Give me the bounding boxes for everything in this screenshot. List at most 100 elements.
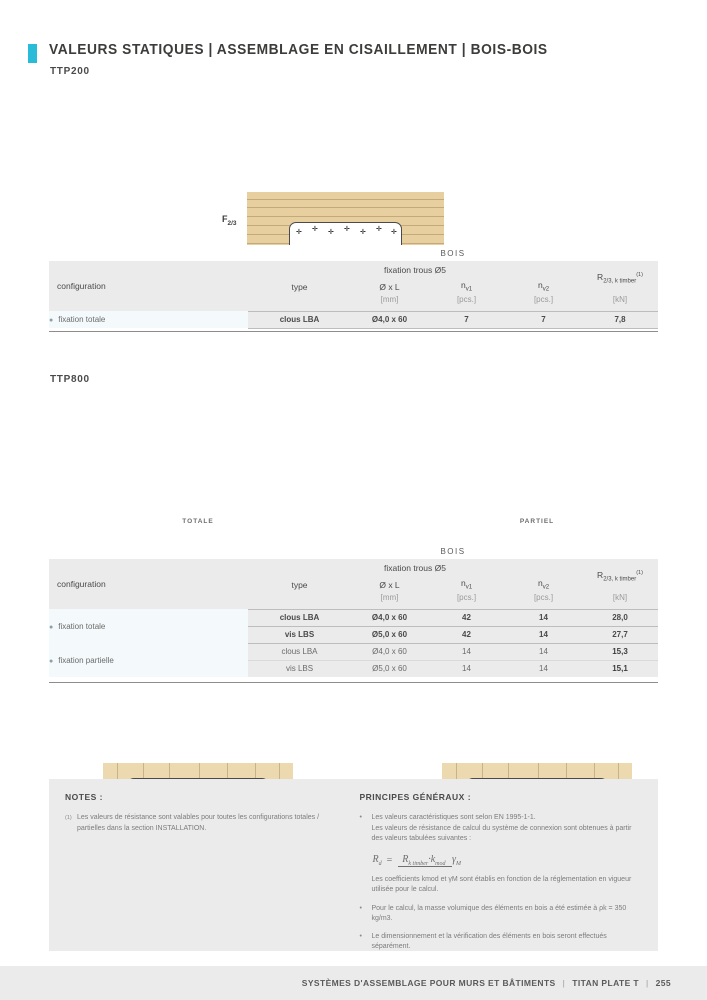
page-footer: SYSTÈMES D'ASSEMBLAGE POUR MURS ET BÂTIM… xyxy=(0,966,707,1000)
cell-resistance: 15,1 xyxy=(582,659,658,677)
table1-bottom-rule xyxy=(49,331,658,332)
header-fixation: fixation trous Ø5 xyxy=(248,559,582,576)
bullet-icon: ● xyxy=(49,623,54,631)
formula-num-a-sub: k timber xyxy=(408,860,429,867)
header-dxl: Ø x L xyxy=(351,576,428,593)
principle-line2: Les valeurs de résistance de calcul du s… xyxy=(371,824,632,843)
cell-nv1: 42 xyxy=(428,608,505,627)
principles-title: PRINCIPES GÉNÉRAUX : xyxy=(359,792,472,802)
principle-item-3-text: Le dimensionnement et la vérification de… xyxy=(371,932,607,951)
header-texts: VALEURS STATIQUES | ASSEMBLAGE EN CISAIL… xyxy=(49,42,574,77)
cell-nv2: 14 xyxy=(505,608,582,627)
unit-type xyxy=(248,295,351,311)
footer-separator-2: | xyxy=(646,978,649,988)
group-header-bois: BOIS xyxy=(248,543,658,559)
header-nv1: nv1 xyxy=(428,576,505,593)
table-row: ● fixation totale clous LBA Ø4,0 x 60 7 7… xyxy=(49,310,658,329)
note-item: (1) Les valeurs de résistance sont valab… xyxy=(65,813,340,834)
note-marker: (1) xyxy=(65,815,72,821)
header-nv2: nv2 xyxy=(505,576,582,593)
notes-panel: NOTES : (1) Les valeurs de résistance so… xyxy=(49,779,658,951)
principles-column: PRINCIPES GÉNÉRAUX : • Les valeurs carac… xyxy=(354,779,659,951)
footer-separator-1: | xyxy=(562,978,566,988)
config-fixation-partielle: ● fixation partielle xyxy=(49,643,248,677)
cell-type: vis LBS xyxy=(248,625,351,644)
figure-caption: TOTALE xyxy=(182,518,214,525)
unit-dxl: [mm] xyxy=(351,593,428,609)
cell-type: clous LBA xyxy=(248,310,351,329)
bullet-icon: • xyxy=(359,932,362,940)
header-fixation: fixation trous Ø5 xyxy=(248,261,582,278)
principle-line1: Les valeurs caractéristiques sont selon … xyxy=(371,814,536,821)
unit-nv2: [pcs.] xyxy=(505,295,582,311)
group-header-bois: BOIS xyxy=(248,245,658,261)
unit-type xyxy=(248,593,351,609)
cell-type: vis LBS xyxy=(248,659,351,677)
page-title: VALEURS STATIQUES | ASSEMBLAGE EN CISAIL… xyxy=(49,42,548,58)
cell-nv1: 14 xyxy=(428,642,505,660)
cell-dxl: Ø4,0 x 60 xyxy=(351,642,428,660)
cell-resistance: 28,0 xyxy=(582,608,658,627)
cell-resistance: 7,8 xyxy=(582,310,658,329)
config-fixation-totale: ● fixation totale xyxy=(49,609,248,643)
figure-ttp800-totale: F2/3 xyxy=(0,380,350,893)
table2-bottom-rule xyxy=(49,682,658,683)
figure-caption: PARTIEL xyxy=(519,518,555,525)
cell-dxl: Ø4,0 x 60 xyxy=(351,310,428,329)
formula-lhs-sub: d xyxy=(378,860,382,867)
formula-equals: = xyxy=(386,854,393,866)
header-resistance: R2/3, k timber(1) xyxy=(582,261,658,295)
principle-item-1: • Les valeurs caractéristiques sont selo… xyxy=(360,813,645,845)
notes-title: NOTES : xyxy=(65,792,103,802)
principle-item-2: • Pour le calcul, la masse volumique des… xyxy=(360,904,645,925)
formula-den-sub: M xyxy=(455,860,461,867)
table-row: ● fixation totale clous LBA Ø4,0 x 60 42 … xyxy=(49,608,658,643)
cell-dxl: Ø5,0 x 60 xyxy=(351,625,428,644)
cell-nv2: 14 xyxy=(505,625,582,644)
note-text: Les valeurs de résistance sont valables … xyxy=(77,814,320,832)
unit-resistance: [kN] xyxy=(582,295,658,311)
cell-nv1: 42 xyxy=(428,625,505,644)
design-resistance-formula: Rd = Rk timber·kmod γM xyxy=(373,853,645,867)
cell-type: clous LBA xyxy=(248,608,351,627)
table-ttp800: BOIS configuration fixation trous Ø5 R2/… xyxy=(49,543,658,677)
notes-column: NOTES : (1) Les valeurs de résistance so… xyxy=(49,779,354,951)
unit-nv1: [pcs.] xyxy=(428,593,505,609)
group-header-row: BOIS xyxy=(49,245,658,261)
principle-item-2-text: Pour le calcul, la masse volumique des é… xyxy=(371,904,627,923)
page-header: VALEURS STATIQUES | ASSEMBLAGE EN CISAIL… xyxy=(28,42,574,77)
bullet-icon: • xyxy=(359,904,362,912)
principle-item-3: • Le dimensionnement et la vérification … xyxy=(360,932,645,953)
section-label-ttp200: TTP200 xyxy=(50,66,90,77)
cell-type: clous LBA xyxy=(248,642,351,660)
cell-dxl: Ø4,0 x 60 xyxy=(351,608,428,627)
footer-page-number: 255 xyxy=(655,978,671,988)
cell-nv1: 14 xyxy=(428,659,505,677)
header-type: type xyxy=(248,576,351,593)
footer-product: TITAN PLATE T xyxy=(572,978,639,988)
principle-after-formula: Les coefficients kmod et γM sont établis… xyxy=(360,875,645,896)
bullet-icon: ● xyxy=(49,657,54,665)
header-configuration: configuration xyxy=(49,559,248,609)
cell-nv1: 7 xyxy=(428,310,505,329)
header-configuration: configuration xyxy=(49,261,248,311)
cell-resistance: 27,7 xyxy=(582,625,658,644)
figure-ttp800-partiel: F2/3 xyxy=(350,380,707,893)
table-ttp200: BOIS configuration fixation trous Ø5 R2/… xyxy=(49,245,658,329)
cell-resistance: 15,3 xyxy=(582,642,658,660)
cell-nv2: 7 xyxy=(505,310,582,329)
unit-dxl: [mm] xyxy=(351,295,428,311)
cell-dxl: Ø5,0 x 60 xyxy=(351,659,428,677)
header-dxl: Ø x L xyxy=(351,278,428,295)
figure-ttp200-totale: F2/3 TOTALE xyxy=(0,95,707,325)
config-fixation-totale: ● fixation totale xyxy=(49,311,248,328)
formula-fraction: Rk timber·kmod γM xyxy=(398,853,461,867)
header-resistance: R2/3, k timber(1) xyxy=(582,559,658,593)
force-label: F2/3 xyxy=(222,214,237,227)
accent-bar xyxy=(28,44,37,63)
header-row-span: configuration fixation trous Ø5 R2/3, k … xyxy=(49,261,658,311)
header-nv2: nv2 xyxy=(505,278,582,295)
header-type: type xyxy=(248,278,351,295)
unit-nv1: [pcs.] xyxy=(428,295,505,311)
footer-title: SYSTÈMES D'ASSEMBLAGE POUR MURS ET BÂTIM… xyxy=(301,978,556,988)
